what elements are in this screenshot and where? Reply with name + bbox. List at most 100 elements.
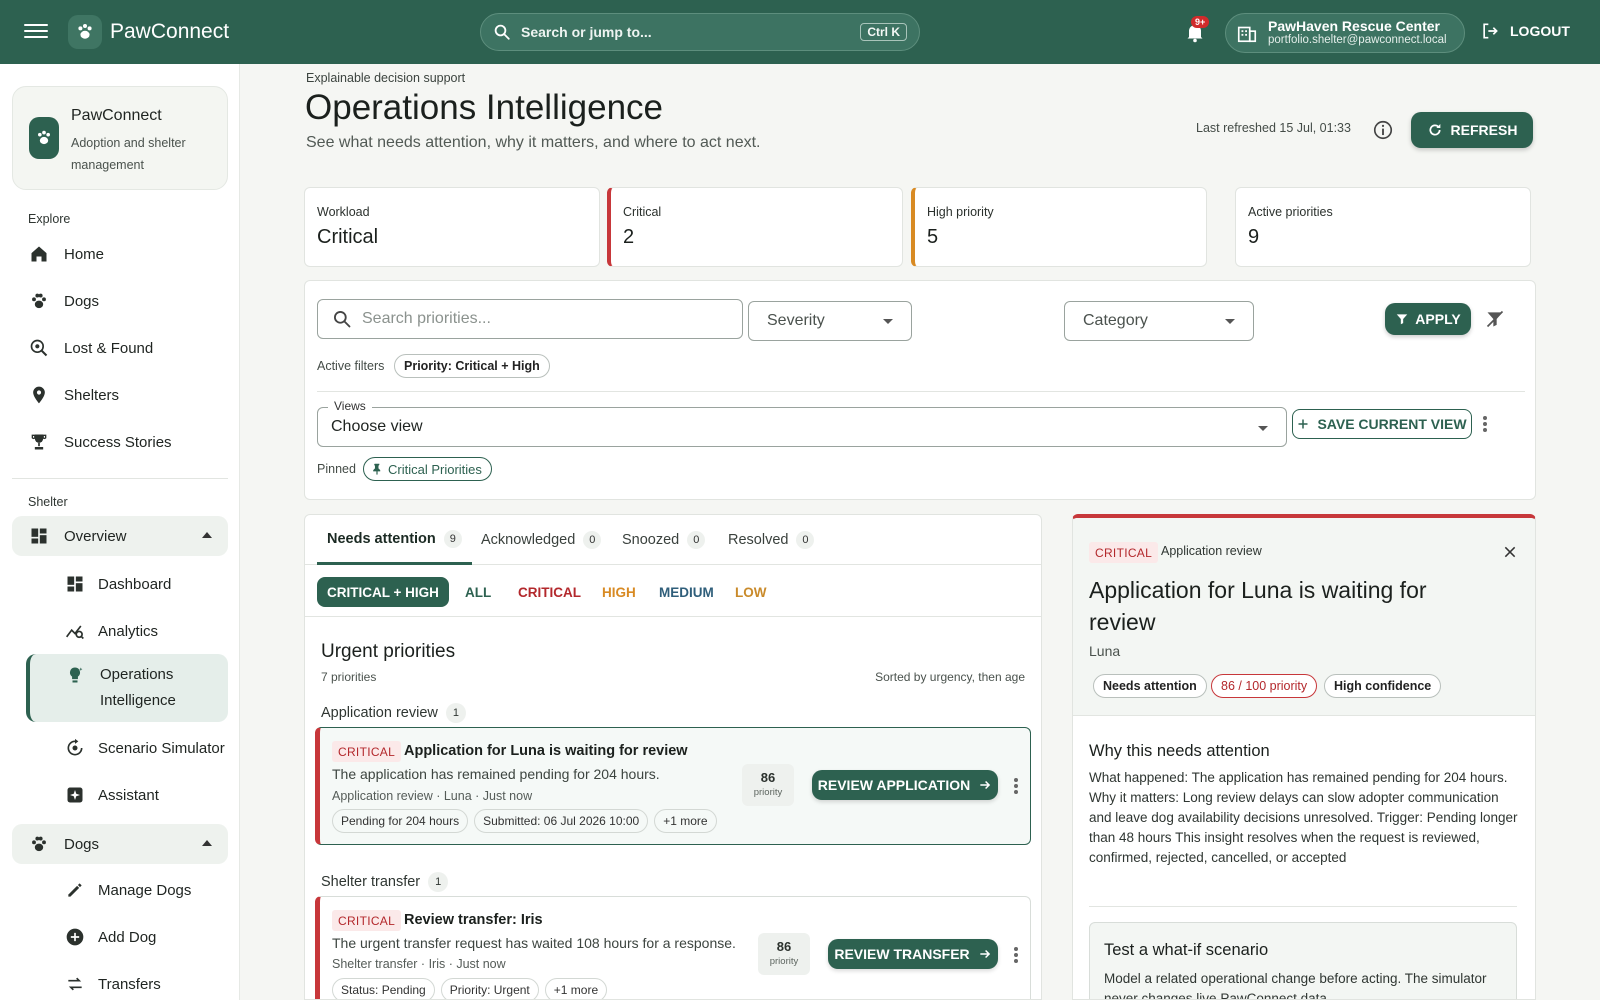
tab-acknowledged[interactable]: Acknowledged 0	[471, 515, 611, 565]
sidebar-item-shelters[interactable]: Shelters	[12, 375, 228, 415]
global-search[interactable]: Search or jump to... Ctrl K	[480, 13, 920, 51]
dashboard-icon	[64, 573, 86, 595]
sidebar-item-label: Shelters	[64, 386, 120, 404]
assistant-icon	[64, 784, 86, 806]
severity-filter-critical[interactable]: CRITICAL	[508, 577, 591, 607]
card-more-icon[interactable]	[1013, 946, 1019, 964]
sidebar-item-dashboard[interactable]: Dashboard	[48, 564, 228, 604]
brand-name[interactable]: PawConnect	[110, 20, 229, 44]
main-content: Explainable decision support Operations …	[240, 64, 1600, 1000]
severity-filter-critical-high[interactable]: CRITICAL + HIGH	[317, 577, 449, 607]
sidebar-group-label: Overview	[64, 527, 127, 545]
views-select[interactable]: Views Choose view	[317, 399, 1287, 447]
card-tag: Pending for 204 hours	[332, 809, 469, 833]
paw-icon	[28, 290, 50, 312]
group-label-shelter-transfer: Shelter transfer 1	[321, 872, 449, 892]
sidebar-item-operations-intelligence[interactable]: Operations Intelligence	[26, 654, 228, 722]
sidebar-item-home[interactable]: Home	[12, 234, 228, 274]
severity-filter-high[interactable]: HIGH	[592, 577, 646, 607]
logout-button[interactable]: LOGOUT	[1480, 21, 1570, 41]
review-transfer-button[interactable]: REVIEW TRANSFER	[828, 939, 998, 969]
card-tag[interactable]: +1 more	[654, 809, 717, 833]
priority-score-label: priority	[753, 787, 783, 798]
search-shortcut: Ctrl K	[860, 23, 907, 41]
sidebar-item-manage-dogs[interactable]: Manage Dogs	[48, 870, 228, 910]
stat-active-priorities: Active priorities 9	[1235, 187, 1531, 267]
page-subtitle: See what needs attention, why it matters…	[306, 134, 761, 151]
priority-score: 86 priority	[758, 933, 810, 975]
tab-resolved[interactable]: Resolved 0	[718, 515, 824, 565]
what-if-card[interactable]: Test a what-if scenario Model a related …	[1089, 922, 1517, 999]
shelter-section-label: Shelter	[28, 495, 68, 509]
active-filter-chip[interactable]: Priority: Critical + High	[394, 354, 550, 378]
sidebar-item-dogs[interactable]: Dogs	[12, 281, 228, 321]
review-application-button[interactable]: REVIEW APPLICATION	[812, 770, 998, 800]
sidebar-item-lost-found[interactable]: Lost & Found	[12, 328, 228, 368]
refresh-label: REFRESH	[1450, 122, 1518, 138]
status-tabs: Needs attention 9 Acknowledged 0 Snoozed…	[305, 515, 1041, 565]
card-description: The application has remained pending for…	[332, 766, 660, 782]
tab-count: 0	[796, 531, 815, 549]
stat-value: 9	[1248, 226, 1260, 248]
sidebar-group-overview[interactable]: Overview	[12, 516, 228, 556]
sidebar-item-label: Assistant	[98, 786, 159, 804]
sort-description: Sorted by urgency, then age	[875, 670, 1025, 684]
sidebar-item-success-stories[interactable]: Success Stories	[12, 422, 228, 462]
sidebar-item-scenario-simulator[interactable]: Scenario Simulator	[48, 728, 228, 768]
card-tag: Priority: Urgent	[440, 978, 539, 999]
views-more-icon[interactable]	[1482, 415, 1488, 433]
sidebar-item-assistant[interactable]: Assistant	[48, 775, 228, 815]
category-select[interactable]: Category	[1064, 301, 1254, 341]
sidebar-group-label: Dogs	[64, 835, 100, 853]
severity-select[interactable]: Severity	[748, 301, 912, 341]
save-view-label: SAVE CURRENT VIEW	[1317, 416, 1467, 432]
refresh-button[interactable]: REFRESH	[1411, 112, 1533, 148]
stat-value: Critical	[317, 226, 379, 248]
card-tag[interactable]: +1 more	[544, 978, 608, 999]
org-switcher[interactable]: PawHaven Rescue Center portfolio.shelter…	[1225, 13, 1465, 53]
last-refreshed: Last refreshed 15 Jul, 01:33	[1196, 121, 1351, 135]
close-icon[interactable]	[1503, 545, 1517, 559]
card-meta: Shelter transfer · Iris · Just now	[332, 957, 506, 971]
sidebar-item-label: Lost & Found	[64, 339, 154, 357]
menu-icon[interactable]	[22, 20, 50, 44]
stat-label: Active priorities	[1248, 205, 1333, 219]
info-icon[interactable]	[1372, 119, 1394, 141]
pinned-view-chip[interactable]: Critical Priorities	[363, 457, 492, 481]
priorities-list-panel: Needs attention 9 Acknowledged 0 Snoozed…	[304, 514, 1042, 1000]
priority-search-input[interactable]	[362, 310, 722, 328]
save-current-view-button[interactable]: SAVE CURRENT VIEW	[1292, 409, 1472, 439]
priority-card[interactable]: CRITICAL Review transfer: Iris The urgen…	[315, 896, 1031, 999]
sidebar-item-label: Dogs	[64, 292, 100, 310]
priority-card[interactable]: CRITICAL Application for Luna is waiting…	[315, 727, 1031, 845]
global-search-placeholder: Search or jump to...	[521, 24, 652, 40]
card-more-icon[interactable]	[1013, 777, 1019, 795]
stat-critical: Critical 2	[607, 187, 903, 267]
tab-snoozed[interactable]: Snoozed 0	[612, 515, 715, 565]
sidebar-divider	[12, 478, 228, 479]
refresh-icon	[1429, 124, 1441, 136]
tab-needs-attention[interactable]: Needs attention 9	[317, 515, 472, 565]
sidebar-item-transfers[interactable]: Transfers	[48, 964, 228, 1000]
confidence-chip: High confidence	[1324, 674, 1442, 698]
search-icon	[494, 24, 510, 40]
pinned-label: Pinned	[317, 462, 356, 476]
severity-filter-all[interactable]: ALL	[455, 577, 501, 607]
severity-filter-medium[interactable]: MEDIUM	[649, 577, 724, 607]
sidebar-group-dogs[interactable]: Dogs	[12, 824, 228, 864]
priority-score-chip: 86 / 100 priority	[1211, 674, 1318, 698]
what-if-title: Test a what-if scenario	[1104, 941, 1269, 959]
sidebar-item-add-dog[interactable]: Add Dog	[48, 917, 228, 957]
priority-search-field[interactable]	[317, 299, 743, 339]
stat-label: Critical	[623, 205, 662, 219]
clear-filter-icon[interactable]	[1485, 309, 1505, 329]
page-eyebrow: Explainable decision support	[306, 71, 466, 85]
apply-filters-button[interactable]: APPLY	[1385, 303, 1471, 335]
detail-header: CRITICAL Application review Application …	[1073, 518, 1535, 716]
analytics-icon	[64, 620, 86, 642]
sidebar-item-analytics[interactable]: Analytics	[48, 611, 228, 651]
why-text: What happened: The application has remai…	[1089, 770, 1518, 865]
plus-circle-icon	[64, 926, 86, 948]
list-heading: Urgent priorities	[321, 641, 456, 662]
severity-filter-low[interactable]: LOW	[725, 577, 777, 607]
